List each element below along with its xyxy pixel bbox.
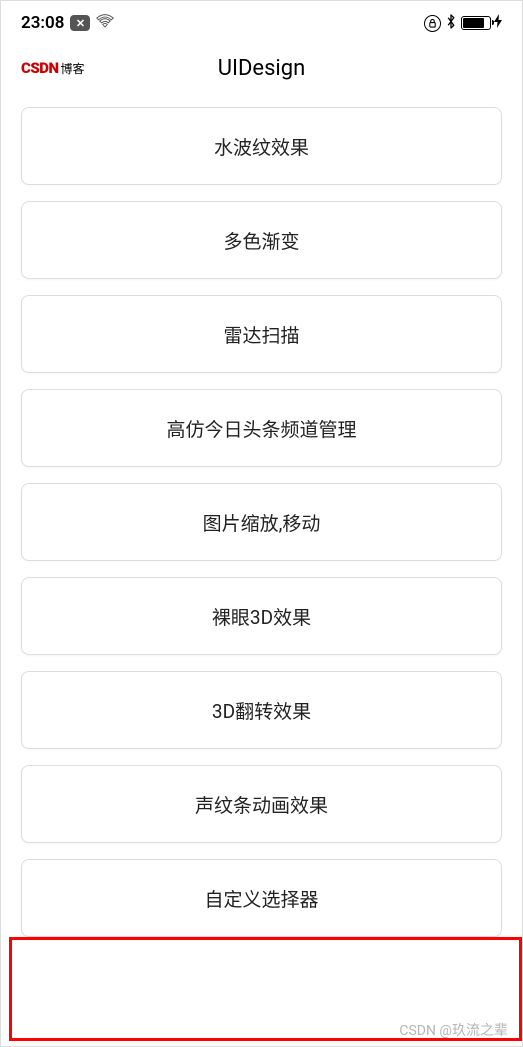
charging-icon	[494, 14, 502, 32]
logo-suffix: 博客	[60, 60, 84, 77]
list-item-label: 水波纹效果	[214, 133, 309, 160]
status-right	[424, 14, 502, 33]
menu-list: 水波纹效果 多色渐变 雷达扫描 高仿今日头条频道管理 图片缩放,移动 裸眼3D效…	[1, 107, 522, 937]
bluetooth-icon	[446, 14, 456, 33]
list-item-label: 声纹条动画效果	[195, 791, 328, 818]
list-item-label: 裸眼3D效果	[212, 603, 311, 630]
list-item[interactable]: 水波纹效果	[21, 107, 502, 185]
status-left: 23:08 ✕	[21, 13, 114, 33]
list-item[interactable]: 高仿今日头条频道管理	[21, 389, 502, 467]
list-item-label: 高仿今日头条频道管理	[166, 415, 356, 442]
status-time: 23:08	[21, 13, 64, 33]
lock-icon	[424, 15, 441, 32]
list-item[interactable]: 雷达扫描	[21, 295, 502, 373]
logo-main: CSDN	[21, 59, 58, 77]
close-badge-icon: ✕	[70, 15, 90, 31]
watermark-text: CSDN @玖流之辈	[399, 1020, 508, 1040]
csdn-logo: CSDN 博客	[21, 59, 85, 77]
battery-icon	[461, 16, 491, 30]
status-bar: 23:08 ✕	[1, 1, 522, 41]
page-title: UIDesign	[218, 56, 306, 81]
list-item[interactable]: 多色渐变	[21, 201, 502, 279]
list-item[interactable]: 声纹条动画效果	[21, 765, 502, 843]
app-header: CSDN 博客 UIDesign	[1, 41, 522, 107]
list-item[interactable]: 自定义选择器	[21, 859, 502, 937]
list-item-label: 多色渐变	[223, 227, 299, 254]
list-item-label: 雷达扫描	[223, 321, 299, 348]
list-item[interactable]: 图片缩放,移动	[21, 483, 502, 561]
list-item-label: 图片缩放,移动	[203, 509, 321, 536]
list-item-label: 3D翻转效果	[212, 697, 311, 724]
wifi-icon	[96, 13, 114, 33]
list-item-label: 自定义选择器	[204, 885, 318, 912]
list-item[interactable]: 裸眼3D效果	[21, 577, 502, 655]
list-item[interactable]: 3D翻转效果	[21, 671, 502, 749]
